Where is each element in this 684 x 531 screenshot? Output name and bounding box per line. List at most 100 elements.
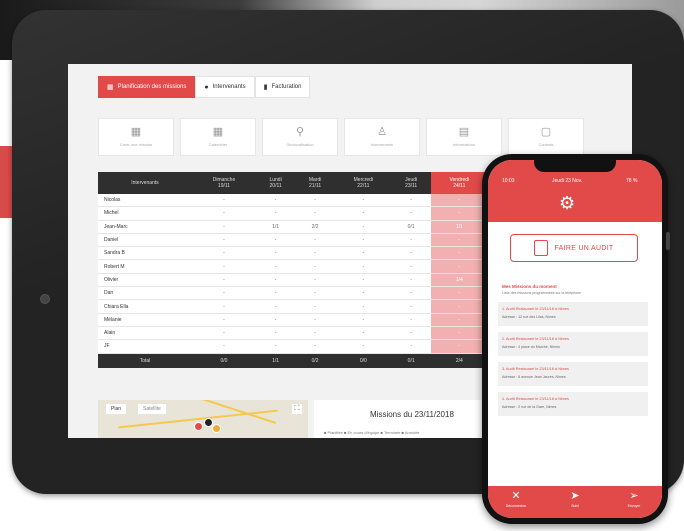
map-marker[interactable] bbox=[212, 424, 221, 433]
table-cell[interactable]: - bbox=[295, 273, 336, 288]
table-cell[interactable]: 2/2 bbox=[295, 220, 336, 234]
table-cell[interactable]: - bbox=[256, 273, 296, 288]
table-row[interactable]: Nicolas - - - - - - bbox=[98, 194, 488, 208]
table-cell[interactable]: - bbox=[391, 286, 431, 301]
table-cell[interactable]: - bbox=[391, 233, 431, 248]
column-header[interactable]: Dimanche 19/11 bbox=[192, 172, 256, 194]
table-cell[interactable]: - bbox=[391, 194, 431, 208]
tab-planification[interactable]: ▦ Planification des missions bbox=[98, 76, 196, 98]
table-cell[interactable]: 1/1 bbox=[430, 220, 488, 234]
table-cell[interactable]: - bbox=[391, 246, 431, 261]
table-cell[interactable]: - bbox=[192, 339, 256, 354]
map-marker[interactable] bbox=[194, 422, 203, 431]
nav-track[interactable]: ➤ Suivi bbox=[555, 490, 595, 508]
table-cell[interactable]: 1/1 bbox=[256, 220, 296, 234]
table-cell[interactable]: - bbox=[256, 339, 296, 354]
map-view[interactable]: Plan Satellite ⛶ bbox=[98, 400, 308, 438]
fullscreen-icon[interactable]: ⛶ bbox=[292, 404, 302, 414]
table-cell[interactable]: - bbox=[295, 206, 336, 221]
table-row[interactable]: Olivier - - - - -1/4 bbox=[98, 273, 488, 288]
table-cell[interactable]: - bbox=[335, 299, 392, 314]
nav-logout[interactable]: ✕ Déconnexion bbox=[496, 490, 536, 508]
table-cell[interactable]: - bbox=[335, 220, 392, 234]
table-cell[interactable]: - bbox=[256, 313, 296, 327]
table-cell[interactable]: - bbox=[430, 233, 488, 248]
table-cell[interactable]: - bbox=[391, 259, 431, 274]
card-geolocation[interactable]: ⚲ Géolocalisation bbox=[262, 118, 338, 156]
table-cell[interactable]: - bbox=[295, 313, 336, 327]
table-cell[interactable]: - bbox=[391, 299, 431, 314]
table-cell[interactable]: - bbox=[391, 273, 431, 288]
table-cell[interactable]: - bbox=[295, 194, 336, 208]
mission-item[interactable]: 1. Audit Restaurant le 23/11/18 à Nimes … bbox=[498, 302, 648, 326]
table-cell[interactable]: - bbox=[335, 206, 392, 221]
card-intervenants[interactable]: ♙ Intervenants bbox=[344, 118, 420, 156]
table-cell[interactable]: - bbox=[295, 286, 336, 301]
table-cell[interactable]: - bbox=[256, 299, 296, 314]
table-cell[interactable]: - bbox=[192, 299, 256, 314]
card-contracts[interactable]: ▢ Contrats bbox=[508, 118, 584, 156]
table-cell[interactable]: - bbox=[335, 194, 392, 208]
table-cell[interactable]: - bbox=[335, 259, 392, 274]
table-cell[interactable]: - bbox=[256, 326, 296, 341]
table-cell[interactable]: - bbox=[256, 246, 296, 261]
table-cell[interactable]: - bbox=[335, 273, 392, 288]
table-cell[interactable]: - bbox=[391, 339, 431, 354]
table-row[interactable]: Robert M------ bbox=[98, 259, 488, 274]
table-cell[interactable]: - bbox=[430, 299, 488, 314]
table-cell[interactable]: - bbox=[335, 339, 392, 354]
table-row[interactable]: JF - - - - - - bbox=[98, 339, 488, 354]
table-cell[interactable]: - bbox=[391, 206, 431, 221]
table-cell[interactable]: - bbox=[192, 273, 256, 288]
mission-item[interactable]: 2. Audit Restaurant le 23/11/18 à Nimes … bbox=[498, 332, 648, 356]
column-header-highlighted[interactable]: Vendredi 24/11 bbox=[430, 172, 488, 194]
table-cell[interactable]: - bbox=[335, 286, 392, 301]
table-cell[interactable]: - bbox=[430, 326, 488, 341]
table-cell[interactable]: - bbox=[295, 326, 336, 341]
table-cell[interactable]: - bbox=[430, 206, 488, 221]
column-header[interactable]: Mercredi 22/11 bbox=[335, 172, 392, 194]
column-header[interactable]: Mardi 21/11 bbox=[295, 172, 336, 194]
table-cell[interactable]: - bbox=[295, 299, 336, 314]
table-cell[interactable]: 1/4 bbox=[430, 273, 488, 288]
table-cell[interactable]: - bbox=[430, 246, 488, 261]
table-cell[interactable]: - bbox=[430, 259, 488, 274]
table-cell[interactable]: - bbox=[256, 206, 296, 221]
tab-facturation[interactable]: ▮ Facturation bbox=[254, 76, 311, 98]
card-calendar[interactable]: ▦ Calendrier bbox=[180, 118, 256, 156]
table-cell[interactable]: - bbox=[192, 326, 256, 341]
table-cell[interactable]: - bbox=[295, 233, 336, 248]
table-cell[interactable]: - bbox=[192, 206, 256, 221]
table-cell[interactable]: - bbox=[391, 326, 431, 341]
table-row[interactable]: Chiara Ella - - - - - - bbox=[98, 299, 488, 314]
gear-icon[interactable]: ⚙ bbox=[559, 194, 575, 212]
table-row[interactable]: Daniel - - - - - - bbox=[98, 233, 488, 248]
table-row[interactable]: Dan - - - - - - bbox=[98, 286, 488, 301]
mission-item[interactable]: 3. Audit Restaurant le 23/11/18 à Nimes … bbox=[498, 362, 648, 386]
table-cell[interactable]: - bbox=[192, 259, 256, 274]
table-cell[interactable]: - bbox=[256, 259, 296, 274]
table-cell[interactable]: - bbox=[295, 259, 336, 274]
table-row[interactable]: Sandra B------ bbox=[98, 246, 488, 261]
table-cell[interactable]: - bbox=[295, 339, 336, 354]
table-row[interactable]: Jean-Marc -1/1 2/2-0/1 1/1 bbox=[98, 220, 488, 234]
table-cell[interactable]: - bbox=[430, 286, 488, 301]
table-cell[interactable]: 0/1 bbox=[391, 220, 431, 234]
nav-send[interactable]: ➢ Envoyer bbox=[614, 490, 654, 508]
table-cell[interactable]: - bbox=[192, 313, 256, 327]
table-cell[interactable]: - bbox=[430, 313, 488, 327]
table-cell[interactable]: - bbox=[192, 246, 256, 261]
table-cell[interactable]: - bbox=[256, 194, 296, 208]
table-cell[interactable]: - bbox=[335, 326, 392, 341]
table-cell[interactable]: - bbox=[430, 194, 488, 208]
table-row[interactable]: Mélanie - - - - - - bbox=[98, 313, 488, 327]
table-cell[interactable]: - bbox=[295, 246, 336, 261]
table-cell[interactable]: - bbox=[335, 246, 392, 261]
card-create-mission[interactable]: ▦ Créer une mission bbox=[98, 118, 174, 156]
table-cell[interactable]: - bbox=[192, 233, 256, 248]
table-row[interactable]: Michel - - - - - - bbox=[98, 206, 488, 221]
map-tab-satellite[interactable]: Satellite bbox=[138, 404, 166, 414]
audit-button[interactable]: FAIRE UN AUDIT bbox=[510, 234, 638, 262]
table-cell[interactable]: - bbox=[192, 194, 256, 208]
table-cell[interactable]: - bbox=[256, 286, 296, 301]
